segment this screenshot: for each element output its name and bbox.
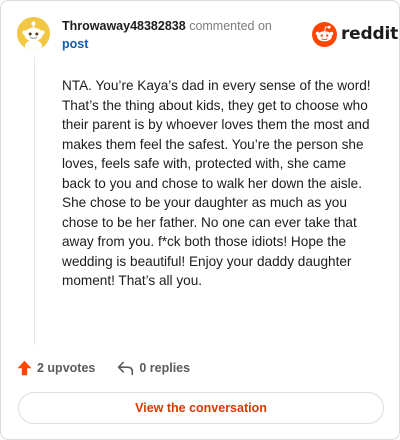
- comment-body: NTA. You’re Kaya’s dad in every sense of…: [62, 78, 371, 288]
- upvotes-stat[interactable]: 2 upvotes: [17, 360, 95, 376]
- reddit-wordmark: reddit: [341, 24, 399, 44]
- user-avatar[interactable]: [17, 17, 50, 50]
- reddit-logo[interactable]: reddit: [312, 21, 398, 47]
- reply-arrow-icon: [118, 361, 134, 375]
- upvotes-label: 2 upvotes: [37, 361, 96, 375]
- embedded-comment-card: Throwaway48382838 commented on post redd…: [0, 0, 400, 440]
- comment-footer: 2 upvotes 0 replies: [17, 359, 190, 377]
- snoo-avatar-icon: [17, 17, 50, 50]
- reddit-snoo-icon: [312, 21, 337, 47]
- replies-stat[interactable]: 0 replies: [117, 361, 190, 376]
- upvote-arrow-icon: [17, 360, 32, 376]
- comment-header: Throwaway48382838 commented on post: [62, 18, 302, 52]
- thread-line: [34, 57, 35, 345]
- view-conversation-button[interactable]: View the conversation: [18, 392, 384, 424]
- commented-on-text: commented on: [189, 19, 272, 33]
- author-username[interactable]: Throwaway48382838: [62, 19, 186, 33]
- replies-label: 0 replies: [139, 361, 191, 375]
- post-link[interactable]: post: [62, 36, 302, 52]
